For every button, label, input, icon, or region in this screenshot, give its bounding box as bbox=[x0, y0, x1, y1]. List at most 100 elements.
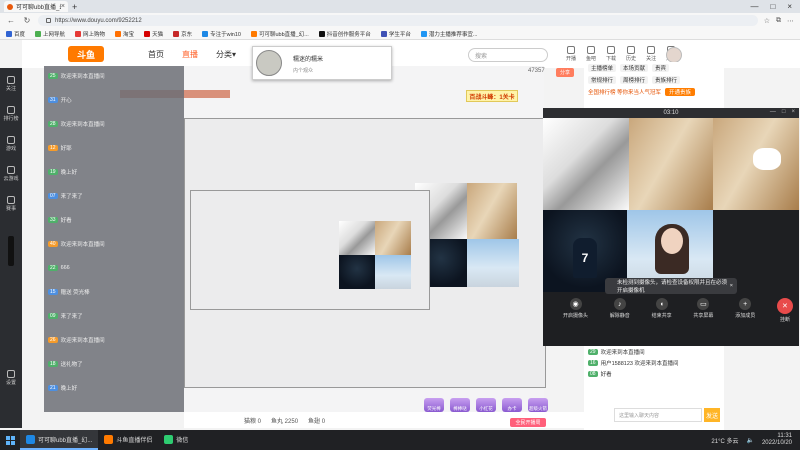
sidebar-settings[interactable]: 设置 bbox=[6, 370, 16, 386]
header-tool[interactable]: 下载 bbox=[606, 46, 616, 62]
bookmark-item[interactable]: 天猫 bbox=[144, 30, 163, 38]
meeting-tool-button[interactable]: ♪ 解除静音 bbox=[610, 298, 630, 323]
volume-icon[interactable]: 🔈 bbox=[746, 437, 753, 444]
cat-thumb bbox=[467, 183, 517, 239]
video-tile-anime[interactable] bbox=[543, 118, 629, 210]
sidebar-item-label: 云游戏 bbox=[3, 176, 19, 182]
sidebar-item[interactable]: 游戏 bbox=[6, 136, 16, 152]
gift-item[interactable]: 小红花 bbox=[476, 398, 496, 412]
wallet-item[interactable]: 鱼丸 2250 bbox=[271, 416, 298, 425]
close-window-icon[interactable]: × bbox=[787, 2, 792, 11]
bookmark-item[interactable]: 可可聊ubb直播_幻... bbox=[250, 30, 309, 38]
bookmark-item[interactable]: 网上购物 bbox=[75, 30, 105, 38]
jersey-7-shape: 7 bbox=[573, 238, 597, 278]
send-button[interactable]: 发送 bbox=[704, 408, 720, 422]
chat-message: 21 晚上好 bbox=[48, 384, 77, 392]
level-badge: 25 bbox=[48, 73, 58, 79]
bookmark-item[interactable]: 淘宝 bbox=[115, 30, 134, 38]
header-tool[interactable]: 开播 bbox=[566, 46, 576, 62]
sidebar-item[interactable]: 排行榜 bbox=[3, 106, 19, 122]
rank-subtab[interactable]: 周榜排行 bbox=[620, 76, 649, 84]
meeting-tool-label: 开启摄像头 bbox=[563, 313, 589, 319]
meeting-tool-button[interactable]: ✕ 挂断 bbox=[776, 298, 793, 323]
level-badge: 26 bbox=[48, 337, 58, 343]
taskbar-app[interactable]: 斗鱼直播伴侣 bbox=[98, 430, 158, 450]
rank-tab[interactable]: 本场贡献 bbox=[620, 64, 649, 72]
rank-tab[interactable]: 贵宾 bbox=[652, 64, 670, 72]
bookmark-item[interactable]: 京东 bbox=[173, 30, 192, 38]
refresh-icon[interactable]: ↻ bbox=[22, 16, 32, 25]
sidebar-item[interactable]: 赛事 bbox=[6, 196, 16, 212]
back-icon[interactable]: ← bbox=[6, 16, 16, 25]
right-chat-message: 16 用户1588123 欢迎来到本直播间 bbox=[584, 357, 724, 368]
header-tool[interactable]: 关注 bbox=[646, 46, 656, 62]
bookmark-item[interactable]: 专注于win10 bbox=[202, 30, 241, 38]
streamer-avatar[interactable] bbox=[256, 50, 282, 76]
close-tab-icon[interactable]: × bbox=[61, 3, 65, 10]
address-input[interactable]: https://www.douyu.com/9252212 bbox=[38, 15, 758, 26]
gift-item[interactable]: 棒棒哒 bbox=[450, 398, 470, 412]
taskbar-app[interactable]: 微信 bbox=[158, 430, 194, 450]
bookmark-item[interactable]: 潜力主播推荐事宜... bbox=[420, 30, 477, 38]
maximize-icon[interactable]: □ bbox=[782, 109, 786, 115]
sidebar-item[interactable]: 云游戏 bbox=[3, 166, 19, 182]
gift-item[interactable]: 超级火箭 bbox=[528, 398, 548, 412]
browser-tab[interactable]: 可可聊ubb直播_幻平幽挑直播 × bbox=[4, 1, 68, 12]
meeting-tool-button[interactable]: ◖ 结束共享 bbox=[652, 298, 672, 323]
chat-text: 欢迎来到本直播间 bbox=[60, 242, 105, 248]
header-tool[interactable]: 鱼吧 bbox=[586, 46, 596, 62]
close-tip-icon[interactable]: × bbox=[730, 283, 733, 289]
minimize-icon[interactable]: — bbox=[770, 109, 776, 115]
wallet-item[interactable]: 鱼翅 0 bbox=[308, 416, 325, 425]
video-tile-cat[interactable] bbox=[713, 118, 799, 210]
header-tool-label: 下载 bbox=[606, 56, 617, 62]
chat-input[interactable]: 这里输入聊天内容 bbox=[614, 408, 702, 422]
weather-text[interactable]: 21°C 多云 bbox=[711, 436, 738, 445]
start-button[interactable] bbox=[0, 430, 20, 450]
bookmark-item[interactable]: 上网导航 bbox=[35, 30, 65, 38]
close-icon[interactable]: × bbox=[791, 109, 795, 115]
bookmark-icon bbox=[420, 30, 427, 37]
streamer-card[interactable]: 糯迷的糯米 内个观众 bbox=[252, 46, 392, 80]
clock[interactable]: 11:31 2022/10/20 bbox=[762, 433, 792, 447]
meeting-tool-button[interactable]: ◉ 开启摄像头 bbox=[563, 298, 588, 323]
maximize-icon[interactable]: □ bbox=[770, 2, 775, 11]
nav-item[interactable]: 首页 bbox=[148, 49, 164, 60]
new-tab-icon[interactable]: + bbox=[72, 2, 77, 12]
gift-item[interactable]: 荧光棒 bbox=[424, 398, 444, 412]
star-icon[interactable]: ☆ bbox=[764, 17, 770, 25]
meeting-tool-button[interactable]: + 添加成员 bbox=[735, 298, 755, 323]
douyu-logo[interactable]: 斗鱼 bbox=[68, 46, 104, 62]
meeting-tool-button[interactable]: ▭ 共享屏幕 bbox=[693, 298, 713, 323]
browser-toolbar-icons: ☆ ⧉ ⋯ bbox=[764, 17, 794, 25]
left-sidebar: 关注排行榜游戏云游戏赛事设置 bbox=[0, 68, 22, 428]
nav-item[interactable]: 分类▾ bbox=[216, 49, 236, 60]
cat-thumb-small bbox=[375, 221, 411, 255]
browser-tab-bar: 可可聊ubb直播_幻平幽挑直播 × + — □ × bbox=[0, 0, 800, 13]
pink-promo-button[interactable]: 全民开播周 bbox=[510, 418, 546, 427]
bookmark-item[interactable]: 抖音创作服务平台 bbox=[318, 30, 371, 38]
sidebar-item[interactable]: 关注 bbox=[6, 76, 16, 92]
taskbar-app[interactable]: 可可聊ubb直播_幻... bbox=[20, 430, 99, 450]
extensions-icon[interactable]: ⧉ bbox=[776, 17, 781, 25]
gift-item[interactable]: 办卡 bbox=[502, 398, 522, 412]
bookmark-item[interactable]: 百度 bbox=[6, 30, 25, 38]
nav-item[interactable]: 直播 bbox=[182, 49, 198, 60]
chat-text: 欢迎来到本直播间 bbox=[60, 338, 105, 344]
video-tile-wood[interactable] bbox=[629, 118, 713, 210]
share-button[interactable]: 分享 bbox=[556, 68, 574, 77]
rank-badge[interactable]: 百战斗峰：1关卡 bbox=[466, 90, 518, 102]
user-avatar[interactable] bbox=[666, 47, 682, 63]
menu-icon[interactable]: ⋯ bbox=[787, 17, 794, 25]
wallet-item[interactable]: 猫粮 0 bbox=[244, 416, 261, 425]
collapse-handle[interactable] bbox=[8, 236, 14, 266]
rank-subtab[interactable]: 贵族排行 bbox=[652, 76, 681, 84]
bookmark-item[interactable]: 学生平台 bbox=[380, 30, 411, 38]
search-input[interactable]: 搜索 bbox=[468, 48, 548, 62]
rank-subtab[interactable]: 常规排行 bbox=[588, 76, 617, 84]
header-tool[interactable]: 历史 bbox=[626, 46, 636, 62]
minimize-icon[interactable]: — bbox=[750, 2, 758, 11]
rank-tab[interactable]: 主播榜单 bbox=[588, 64, 617, 72]
chat-text: 来了来了 bbox=[60, 314, 83, 320]
open-noble-button[interactable]: 开通贵族 bbox=[665, 88, 696, 96]
